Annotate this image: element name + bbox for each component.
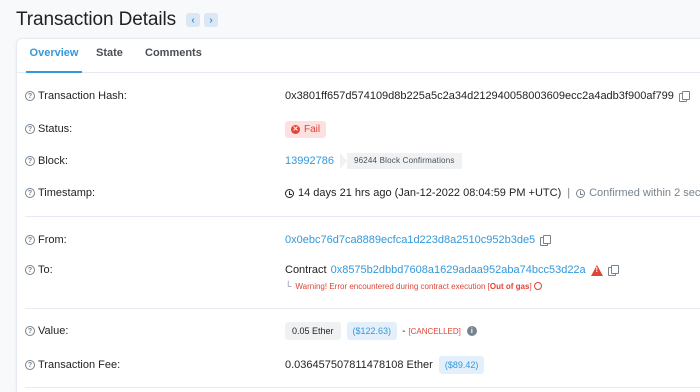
fee-usd-badge: ($89.42) bbox=[438, 356, 485, 374]
fee-amount: 0.036457507811478108 Ether bbox=[285, 359, 433, 371]
block-confirmations-badge: 96244 Block Confirmations bbox=[339, 153, 462, 169]
fee-label: ? Transaction Fee: bbox=[25, 359, 120, 371]
warning-close: ] bbox=[529, 281, 532, 291]
help-icon[interactable]: ? bbox=[25, 91, 35, 101]
warning-reason: Out of gas bbox=[489, 281, 530, 291]
help-icon[interactable]: ? bbox=[25, 156, 35, 166]
status-badge: ✕ Fail bbox=[285, 120, 327, 138]
warning-text: Warning! Error encountered during contra… bbox=[295, 281, 490, 291]
to-row: ? To: Contract 0x8575b2dbbd7608a1629adaa… bbox=[25, 261, 700, 279]
tab-state[interactable]: State bbox=[96, 39, 123, 73]
block-label-text: Block: bbox=[38, 155, 68, 167]
help-icon[interactable]: ? bbox=[25, 326, 35, 336]
confirmed-text: Confirmed within 2 secs bbox=[589, 187, 700, 199]
help-icon[interactable]: ? bbox=[25, 360, 35, 370]
to-value: Contract 0x8575b2dbbd7608a1629adaa952aba… bbox=[285, 264, 619, 276]
prev-transaction-button[interactable]: ‹ bbox=[186, 13, 201, 27]
confirmed-within: Confirmed within 2 secs bbox=[576, 187, 700, 199]
from-address-link[interactable]: 0x0ebc76d7ca8889ecfca1d223d8a2510c952b3d… bbox=[285, 234, 535, 246]
help-icon[interactable]: ? bbox=[25, 265, 35, 275]
status-label: ? Status: bbox=[25, 123, 72, 135]
block-label: ? Block: bbox=[25, 155, 68, 167]
transaction-card: Overview State Comments ? Transaction Ha… bbox=[16, 38, 700, 392]
tx-hash-label: ? Transaction Hash: bbox=[25, 90, 127, 102]
fee-value: 0.036457507811478108 Ether ($89.42) bbox=[285, 356, 485, 374]
indent-arrow-icon: └ bbox=[285, 281, 292, 291]
value-dash: - bbox=[402, 325, 406, 337]
fee-row: ? Transaction Fee: 0.036457507811478108 … bbox=[25, 356, 700, 374]
tab-bar: Overview State Comments bbox=[17, 39, 700, 73]
timestamp-separator: | bbox=[567, 187, 571, 199]
to-label: ? To: bbox=[25, 264, 53, 276]
status-value: ✕ Fail bbox=[285, 120, 327, 138]
tx-hash-value: 0x3801ff657d574109d8b225a5c2a34d21294005… bbox=[285, 90, 690, 102]
fee-label-text: Transaction Fee: bbox=[38, 359, 121, 371]
block-row: ? Block: 13992786 96244 Block Confirmati… bbox=[25, 152, 700, 170]
timestamp-text: 14 days 21 hrs ago (Jan-12-2022 08:04:59… bbox=[298, 187, 562, 199]
timestamp-value: 14 days 21 hrs ago (Jan-12-2022 08:04:59… bbox=[285, 187, 700, 199]
block-number-link[interactable]: 13992786 bbox=[285, 155, 334, 167]
ether-amount-badge: 0.05 Ether bbox=[285, 322, 341, 340]
copy-icon[interactable] bbox=[607, 265, 619, 276]
block-value: 13992786 96244 Block Confirmations bbox=[285, 153, 462, 169]
tx-hash-row: ? Transaction Hash: 0x3801ff657d574109d8… bbox=[25, 87, 700, 105]
help-icon[interactable]: ? bbox=[25, 124, 35, 134]
info-icon[interactable]: i bbox=[466, 326, 477, 336]
tab-overview[interactable]: Overview bbox=[26, 39, 82, 73]
execution-warning: └ Warning! Error encountered during cont… bbox=[285, 281, 542, 291]
status-label-text: Status: bbox=[38, 123, 73, 135]
to-contract-prefix: Contract bbox=[285, 264, 327, 276]
value-value: 0.05 Ether ($122.63) - [CANCELLED] i bbox=[285, 322, 477, 340]
tx-hash-label-text: Transaction Hash: bbox=[38, 90, 127, 102]
tab-comments[interactable]: Comments bbox=[145, 39, 202, 73]
divider bbox=[25, 216, 700, 217]
divider bbox=[25, 387, 700, 388]
sad-face-icon bbox=[533, 282, 542, 290]
to-label-text: To: bbox=[38, 264, 53, 276]
cancelled-label: [CANCELLED] bbox=[408, 326, 461, 336]
timestamp-label: ? Timestamp: bbox=[25, 187, 95, 199]
tx-hash-text: 0x3801ff657d574109d8b225a5c2a34d21294005… bbox=[285, 90, 674, 102]
value-row: ? Value: 0.05 Ether ($122.63) - [CANCELL… bbox=[25, 322, 700, 340]
fail-icon: ✕ bbox=[291, 124, 300, 134]
timestamp-row: ? Timestamp: 14 days 21 hrs ago (Jan-12-… bbox=[25, 184, 700, 202]
timestamp-label-text: Timestamp: bbox=[38, 187, 96, 199]
from-value: 0x0ebc76d7ca8889ecfca1d223d8a2510c952b3d… bbox=[285, 234, 552, 246]
warning-icon: ! bbox=[590, 264, 603, 276]
timer-icon bbox=[576, 188, 586, 198]
copy-icon[interactable] bbox=[540, 235, 552, 246]
clock-icon bbox=[285, 188, 294, 198]
copy-icon[interactable] bbox=[678, 91, 690, 102]
to-address-link[interactable]: 0x8575b2dbbd7608a1629adaa952aba74bcc53d2… bbox=[331, 264, 586, 276]
status-row: ? Status: ✕ Fail bbox=[25, 120, 700, 138]
help-icon[interactable]: ? bbox=[25, 188, 35, 198]
next-transaction-button[interactable]: › bbox=[204, 13, 219, 27]
from-label-text: From: bbox=[38, 234, 67, 246]
from-label: ? From: bbox=[25, 234, 67, 246]
page-header: Transaction Details ‹ › bbox=[16, 9, 219, 31]
usd-amount-badge: ($122.63) bbox=[346, 322, 398, 340]
help-icon[interactable]: ? bbox=[25, 235, 35, 245]
value-label: ? Value: bbox=[25, 325, 68, 337]
page-title: Transaction Details bbox=[16, 9, 177, 30]
value-label-text: Value: bbox=[38, 325, 69, 337]
divider bbox=[25, 308, 700, 309]
from-row: ? From: 0x0ebc76d7ca8889ecfca1d223d8a251… bbox=[25, 231, 700, 249]
status-text: Fail bbox=[304, 123, 321, 135]
